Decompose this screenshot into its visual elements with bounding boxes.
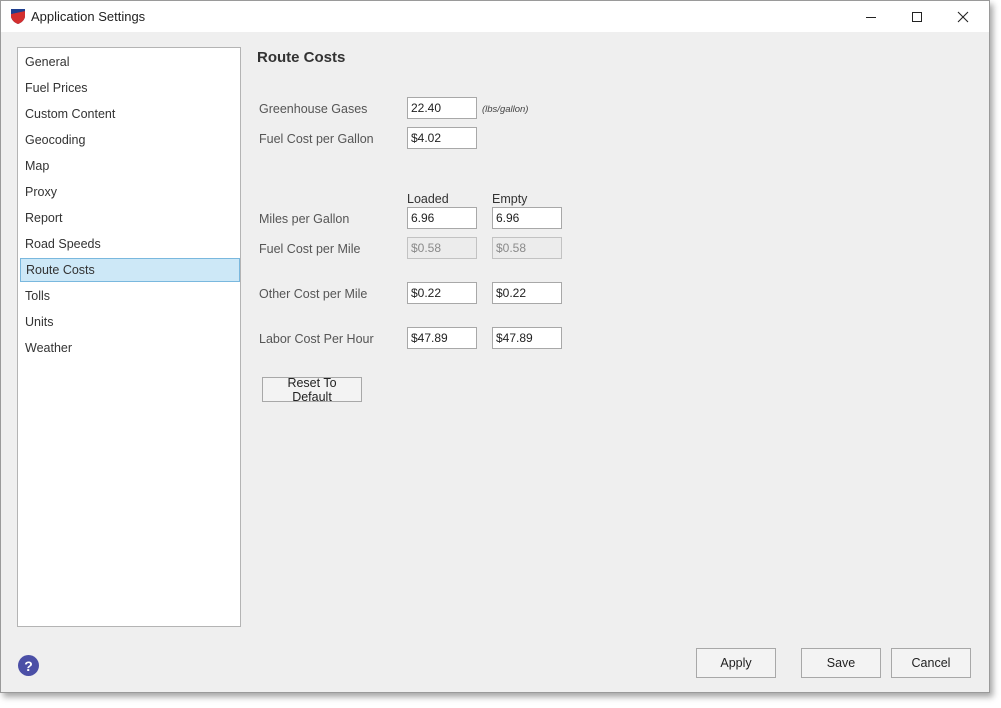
- section-title: Route Costs: [257, 49, 346, 66]
- mpg-loaded-input[interactable]: [407, 207, 477, 229]
- reset-to-default-button[interactable]: Reset To Default: [262, 376, 362, 404]
- column-header-loaded: Loaded: [407, 192, 449, 206]
- nav-item-route-costs[interactable]: Route Costs: [20, 258, 240, 282]
- title-bar[interactable]: Application Settings: [1, 1, 989, 32]
- other-cost-mile-empty-input[interactable]: [492, 282, 562, 304]
- fuel-cost-mile-empty-input: [492, 237, 562, 259]
- labor-cost-hour-label: Labor Cost Per Hour: [259, 332, 374, 346]
- help-icon[interactable]: ?: [18, 655, 39, 676]
- minimize-button[interactable]: [848, 1, 894, 32]
- window-title: Application Settings: [31, 9, 146, 24]
- greenhouse-gases-label: Greenhouse Gases: [259, 102, 368, 116]
- nav-item-geocoding[interactable]: Geocoding: [20, 128, 240, 152]
- nav-item-units[interactable]: Units: [20, 310, 240, 334]
- close-icon: [957, 11, 969, 22]
- other-cost-mile-label: Other Cost per Mile: [259, 287, 368, 301]
- maximize-button[interactable]: [894, 1, 940, 32]
- apply-button[interactable]: Apply: [696, 648, 776, 678]
- nav-item-tolls[interactable]: Tolls: [20, 284, 240, 308]
- mpg-label: Miles per Gallon: [259, 212, 350, 226]
- nav-item-road-speeds[interactable]: Road Speeds: [20, 232, 240, 256]
- app-shield-icon: [11, 9, 25, 24]
- nav-item-report[interactable]: Report: [20, 206, 240, 230]
- fuel-cost-mile-label: Fuel Cost per Mile: [259, 242, 361, 256]
- labor-cost-hour-empty-input[interactable]: [492, 327, 562, 349]
- nav-item-map[interactable]: Map: [20, 154, 240, 178]
- mpg-empty-input[interactable]: [492, 207, 562, 229]
- fuel-cost-gallon-input[interactable]: [407, 127, 477, 149]
- nav-item-proxy[interactable]: Proxy: [20, 180, 240, 204]
- settings-window: Application Settings General Fuel Prices…: [0, 0, 990, 693]
- cancel-button[interactable]: Cancel: [891, 648, 971, 678]
- other-cost-mile-loaded-input[interactable]: [407, 282, 477, 304]
- nav-item-fuel-prices[interactable]: Fuel Prices: [20, 76, 240, 100]
- settings-nav-list: General Fuel Prices Custom Content Geoco…: [17, 47, 241, 627]
- nav-item-general[interactable]: General: [20, 50, 240, 74]
- greenhouse-gases-input[interactable]: [407, 97, 477, 119]
- fuel-cost-gallon-label: Fuel Cost per Gallon: [259, 132, 374, 146]
- nav-item-custom-content[interactable]: Custom Content: [20, 102, 240, 126]
- nav-item-weather[interactable]: Weather: [20, 336, 240, 360]
- greenhouse-unit-label: (lbs/gallon): [482, 104, 529, 115]
- labor-cost-hour-loaded-input[interactable]: [407, 327, 477, 349]
- column-header-empty: Empty: [492, 192, 528, 206]
- fuel-cost-mile-loaded-input: [407, 237, 477, 259]
- save-button[interactable]: Save: [801, 648, 881, 678]
- close-button[interactable]: [940, 1, 986, 32]
- minimize-icon: [866, 16, 876, 18]
- maximize-icon: [912, 11, 922, 22]
